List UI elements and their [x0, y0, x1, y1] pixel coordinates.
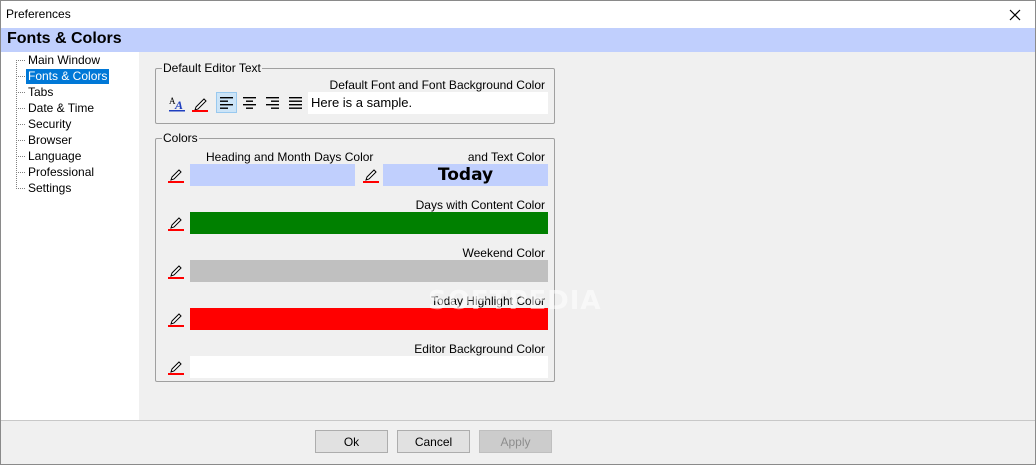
align-right-button[interactable]	[262, 92, 283, 113]
font-background-color-button[interactable]	[189, 92, 210, 113]
sidebar-item-label: Date & Time	[28, 101, 95, 115]
sidebar-tree: Main Window Fonts & Colors Tabs Date & T…	[1, 52, 139, 420]
sidebar-item-professional[interactable]: Professional	[16, 165, 96, 180]
background-color-swatch[interactable]	[190, 356, 548, 378]
window-title: Preferences	[6, 7, 71, 21]
sidebar-item-browser[interactable]: Browser	[16, 133, 74, 148]
editor-text-group-label: Default Editor Text	[162, 61, 262, 75]
heading-color-picker-button[interactable]	[167, 166, 185, 184]
sidebar-item-label: Security	[28, 117, 72, 131]
tree-dots	[16, 60, 25, 61]
font-icon: A A	[168, 96, 185, 112]
text-color-picker-button[interactable]	[362, 166, 380, 184]
pencil-icon	[168, 169, 184, 183]
apply-button[interactable]: Apply	[479, 430, 552, 453]
background-color-label: Editor Background Color	[414, 342, 545, 356]
content-color-picker-button[interactable]	[167, 214, 185, 232]
align-center-icon	[242, 96, 256, 109]
text-color-label: and Text Color	[467, 150, 545, 164]
font-sample-preview[interactable]: Here is a sample.	[308, 92, 548, 114]
weekend-color-label: Weekend Color	[462, 246, 546, 260]
background-color-picker-button[interactable]	[167, 358, 185, 376]
title-bar: Preferences	[1, 1, 1035, 28]
section-header: Fonts & Colors	[1, 28, 1035, 52]
sidebar-item-label: Professional	[28, 165, 95, 179]
pencil-icon	[168, 313, 184, 327]
font-button[interactable]: A A	[166, 92, 187, 113]
cancel-button[interactable]: Cancel	[397, 430, 470, 453]
tree-dots	[16, 172, 25, 173]
sidebar-item-label: Browser	[28, 133, 73, 147]
sidebar-item-settings[interactable]: Settings	[16, 181, 73, 196]
weekend-color-picker-button[interactable]	[167, 262, 185, 280]
align-left-icon	[219, 96, 233, 109]
softpedia-watermark: SOFTPEDIA	[428, 286, 602, 316]
sidebar-item-main-window[interactable]: Main Window	[16, 53, 102, 68]
tree-dots	[16, 156, 25, 157]
tree-dots	[16, 188, 25, 189]
sidebar-item-date-time[interactable]: Date & Time	[16, 101, 96, 116]
align-left-button[interactable]	[216, 92, 237, 113]
pencil-icon	[168, 217, 184, 231]
pencil-icon	[168, 361, 184, 375]
align-justify-button[interactable]	[285, 92, 306, 113]
pencil-icon	[363, 169, 379, 183]
close-button[interactable]	[995, 1, 1035, 28]
preferences-window: Preferences Fonts & Colors Main Window F…	[0, 0, 1036, 465]
sidebar-item-label: Settings	[28, 181, 72, 195]
default-font-label: Default Font and Font Background Color	[329, 78, 545, 92]
tree-dots	[16, 76, 25, 77]
sidebar-item-label: Language	[28, 149, 82, 163]
sidebar-item-language[interactable]: Language	[16, 149, 83, 164]
align-center-button[interactable]	[239, 92, 260, 113]
sidebar-item-label: Fonts & Colors	[26, 69, 110, 84]
pencil-icon	[191, 97, 208, 112]
tree-dots	[16, 92, 25, 93]
today-text-preview[interactable]: Today	[383, 164, 548, 186]
svg-text:A: A	[174, 98, 183, 112]
footer-divider	[1, 420, 1035, 421]
align-right-icon	[265, 96, 279, 109]
content-color-swatch[interactable]	[190, 212, 548, 234]
sidebar-item-security[interactable]: Security	[16, 117, 73, 132]
ok-button[interactable]: Ok	[315, 430, 388, 453]
sidebar-item-label: Main Window	[28, 53, 101, 67]
page-title: Fonts & Colors	[7, 30, 122, 47]
close-icon	[1009, 9, 1021, 20]
tree-dots	[16, 108, 25, 109]
content-color-label: Days with Content Color	[415, 198, 545, 212]
tree-dots	[16, 124, 25, 125]
weekend-color-swatch[interactable]	[190, 260, 548, 282]
colors-group-label: Colors	[162, 131, 199, 145]
sidebar-item-tabs[interactable]: Tabs	[16, 85, 55, 100]
highlight-color-picker-button[interactable]	[167, 310, 185, 328]
sidebar-item-fonts-colors[interactable]: Fonts & Colors	[16, 69, 110, 84]
heading-color-swatch[interactable]	[190, 164, 355, 186]
tree-dots	[16, 140, 25, 141]
heading-color-label: Heading and Month Days Color	[206, 150, 374, 164]
pencil-icon	[168, 265, 184, 279]
sidebar-item-label: Tabs	[28, 85, 54, 99]
align-justify-icon	[288, 96, 302, 109]
